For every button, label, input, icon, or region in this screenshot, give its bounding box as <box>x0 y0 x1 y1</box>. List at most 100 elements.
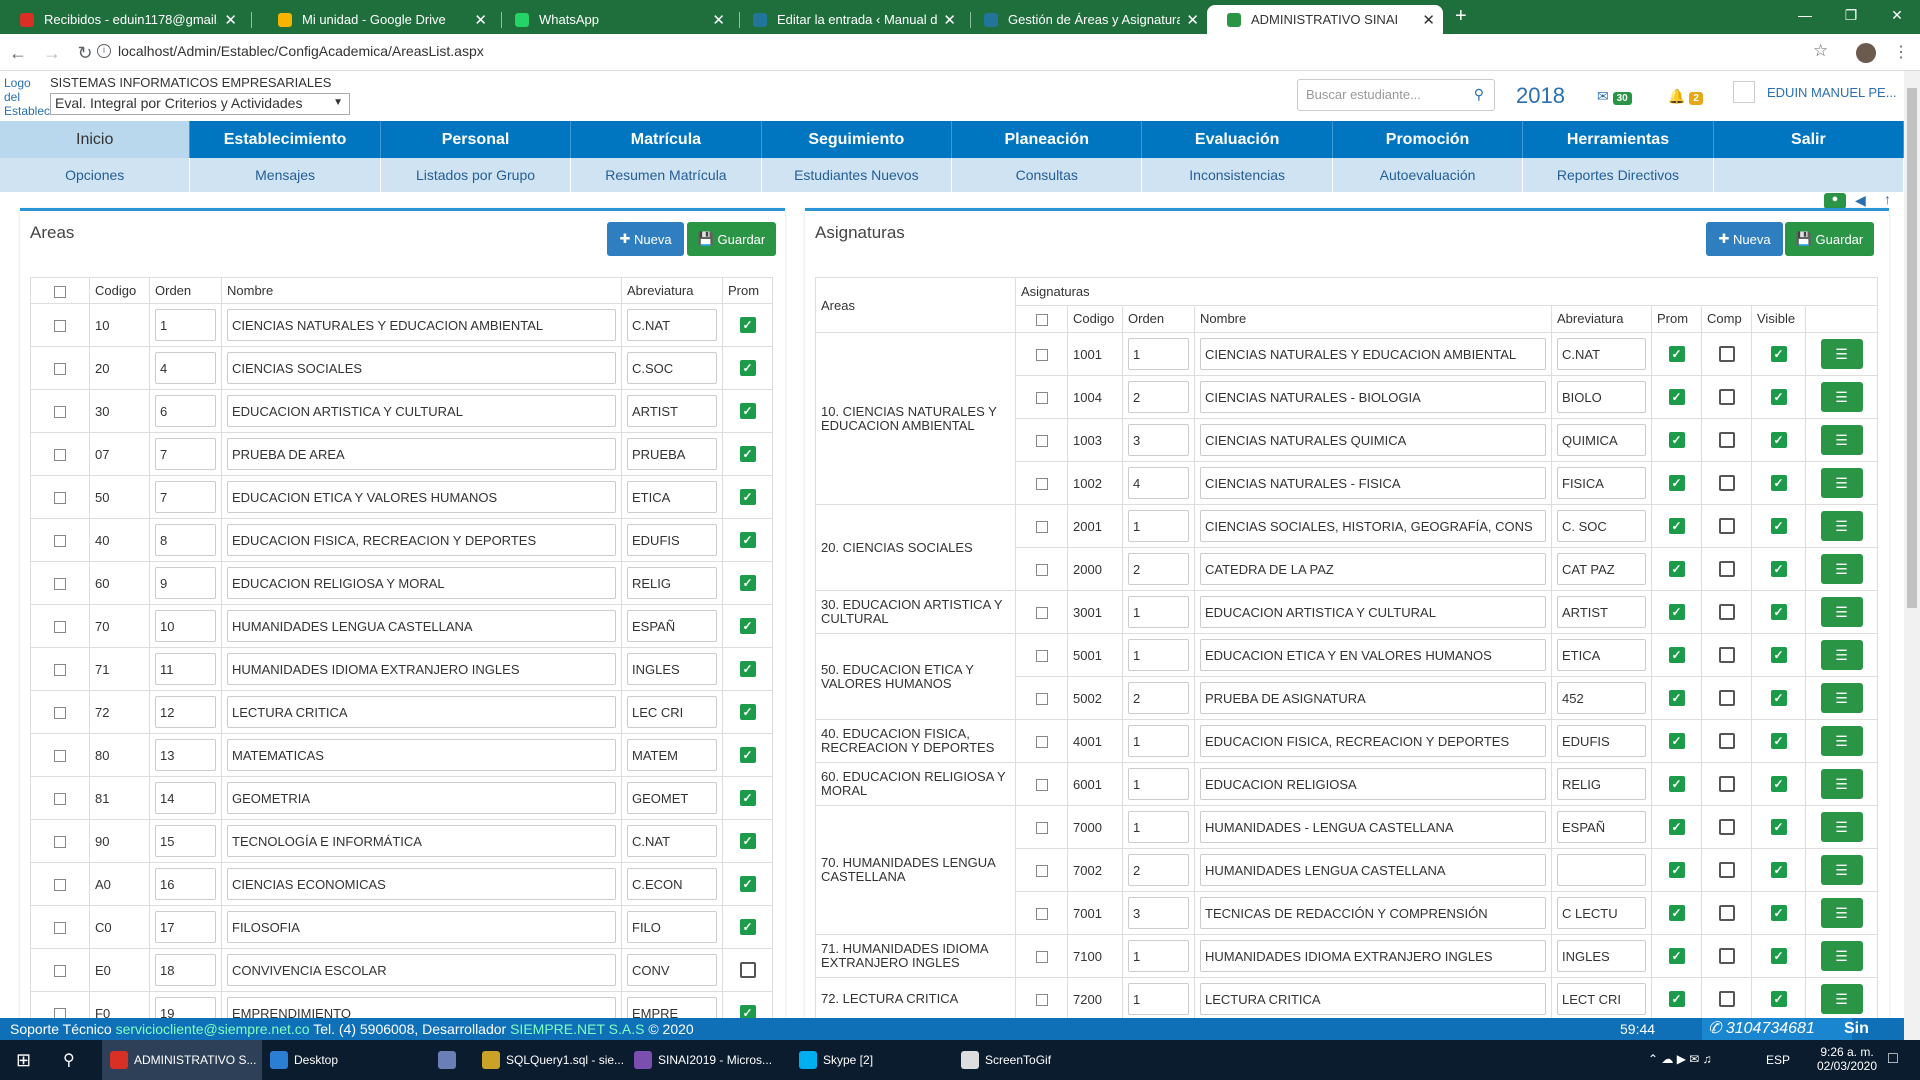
browser-tab[interactable]: Mi unidad - Google Drive ✕ <box>258 5 495 34</box>
area-orden-input[interactable]: 12 <box>155 696 216 728</box>
new-tab-button[interactable]: + <box>1455 5 1467 28</box>
row-checkbox[interactable] <box>1035 908 1048 921</box>
area-prom-checkbox[interactable] <box>739 962 756 979</box>
select-all-checkbox[interactable] <box>1035 313 1048 326</box>
asig-prom-checkbox[interactable]: ✓ <box>1668 604 1685 621</box>
area-prom-checkbox[interactable]: ✓ <box>739 790 756 807</box>
area-abrev-input[interactable]: MATEM <box>627 739 717 771</box>
row-checkbox[interactable] <box>54 535 66 548</box>
row-checkbox[interactable] <box>54 707 66 720</box>
row-checkbox[interactable] <box>54 965 66 978</box>
submenu-item-8[interactable]: Reportes Directivos <box>1523 158 1714 192</box>
area-abrev-input[interactable]: EMPRE <box>627 997 717 1018</box>
asignaturas-save-button[interactable]: 💾 Guardar <box>1785 222 1874 256</box>
asig-prom-checkbox[interactable]: ✓ <box>1668 561 1685 578</box>
menu-item-5[interactable]: Planeación <box>952 121 1143 158</box>
asig-abrev-input[interactable]: C. SOC <box>1557 510 1646 542</box>
area-nombre-input[interactable]: HUMANIDADES LENGUA CASTELLANA <box>227 610 616 642</box>
list-details-button[interactable]: ☰ <box>1820 898 1863 928</box>
asig-prom-checkbox[interactable]: ✓ <box>1668 819 1685 836</box>
asig-nombre-input[interactable]: TECNICAS DE REDACCIÓN Y COMPRENSIÓN <box>1200 897 1546 929</box>
asig-nombre-input[interactable]: CIENCIAS NATURALES - BIOLOGIA <box>1200 381 1546 413</box>
restore-icon[interactable]: ❐ <box>1828 0 1874 30</box>
area-nombre-input[interactable]: EDUCACION FISICA, RECREACION Y DEPORTES <box>227 524 616 556</box>
area-prom-checkbox[interactable]: ✓ <box>739 446 756 463</box>
row-checkbox[interactable] <box>1035 521 1048 534</box>
asig-nombre-input[interactable]: EDUCACION ARTISTICA Y CULTURAL <box>1200 596 1546 628</box>
list-details-button[interactable]: ☰ <box>1820 554 1863 584</box>
menu-item-8[interactable]: Herramientas <box>1523 121 1714 158</box>
area-prom-checkbox[interactable]: ✓ <box>739 704 756 721</box>
tray-icons[interactable]: ⌃ ☁ ▶ ✉ ♫ <box>1648 1052 1712 1066</box>
list-details-button[interactable]: ☰ <box>1820 425 1863 455</box>
area-prom-checkbox[interactable]: ✓ <box>739 833 756 850</box>
asig-visible-checkbox[interactable]: ✓ <box>1770 604 1787 621</box>
asig-nombre-input[interactable]: HUMANIDADES - LENGUA CASTELLANA <box>1200 811 1546 843</box>
asig-abrev-input[interactable]: RELIG <box>1557 768 1646 800</box>
row-checkbox[interactable] <box>54 879 66 892</box>
asig-abrev-input[interactable]: CAT PAZ <box>1557 553 1646 585</box>
submenu-item-5[interactable]: Consultas <box>952 158 1143 192</box>
area-nombre-input[interactable]: EMPRENDIMIENTO <box>227 997 616 1018</box>
row-checkbox[interactable] <box>54 836 66 849</box>
row-checkbox[interactable] <box>54 793 66 806</box>
submenu-item-9[interactable] <box>1714 158 1905 192</box>
submenu-item-3[interactable]: Resumen Matrícula <box>571 158 762 192</box>
area-prom-checkbox[interactable]: ✓ <box>739 618 756 635</box>
area-abrev-input[interactable]: INGLES <box>627 653 717 685</box>
user-name[interactable]: EDUIN MANUEL PE... <box>1767 85 1897 100</box>
row-checkbox[interactable] <box>1035 994 1048 1007</box>
asig-abrev-input[interactable]: LECT CRI <box>1557 983 1646 1015</box>
area-prom-checkbox[interactable]: ✓ <box>739 661 756 678</box>
row-checkbox[interactable] <box>1035 564 1048 577</box>
notification-center-icon[interactable]: □ <box>1888 1050 1898 1068</box>
areas-new-button[interactable]: ✚ Nueva <box>607 222 684 256</box>
areas-save-button[interactable]: 💾 Guardar <box>687 222 776 256</box>
area-orden-input[interactable]: 17 <box>155 911 216 943</box>
row-checkbox[interactable] <box>54 922 66 935</box>
asig-visible-checkbox[interactable]: ✓ <box>1770 948 1787 965</box>
menu-item-7[interactable]: Promoción <box>1333 121 1524 158</box>
asig-orden-input[interactable]: 1 <box>1128 639 1189 671</box>
asig-abrev-input[interactable]: ETICA <box>1557 639 1646 671</box>
asig-nombre-input[interactable]: CIENCIAS NATURALES QUIMICA <box>1200 424 1546 456</box>
asig-orden-input[interactable]: 3 <box>1128 897 1189 929</box>
close-icon[interactable]: ✕ <box>712 11 725 29</box>
area-nombre-input[interactable]: CIENCIAS NATURALES Y EDUCACION AMBIENTAL <box>227 309 616 341</box>
asig-visible-checkbox[interactable]: ✓ <box>1770 991 1787 1008</box>
close-icon[interactable]: ✕ <box>943 11 956 29</box>
row-checkbox[interactable] <box>54 492 66 505</box>
list-details-button[interactable]: ☰ <box>1820 468 1863 498</box>
windows-start-icon[interactable]: ⊞ <box>8 1040 48 1080</box>
row-checkbox[interactable] <box>1035 392 1048 405</box>
asig-visible-checkbox[interactable]: ✓ <box>1770 561 1787 578</box>
area-abrev-input[interactable]: RELIG <box>627 567 717 599</box>
area-prom-checkbox[interactable]: ✓ <box>739 575 756 592</box>
asig-abrev-input[interactable]: INGLES <box>1557 940 1646 972</box>
area-nombre-input[interactable]: CONVIVENCIA ESCOLAR <box>227 954 616 986</box>
taskbar-item[interactable]: Desktop <box>262 1040 422 1080</box>
area-prom-checkbox[interactable]: ✓ <box>739 403 756 420</box>
asig-comp-checkbox[interactable] <box>1718 647 1735 664</box>
url-field[interactable]: localhost/Admin/Establec/ConfigAcademica… <box>118 43 484 59</box>
row-checkbox[interactable] <box>1035 865 1048 878</box>
asignaturas-new-button[interactable]: ✚ Nueva <box>1706 222 1783 256</box>
area-prom-checkbox[interactable]: ✓ <box>739 317 756 334</box>
list-details-button[interactable]: ☰ <box>1820 941 1863 971</box>
submenu-item-4[interactable]: Estudiantes Nuevos <box>762 158 953 192</box>
list-details-button[interactable]: ☰ <box>1820 511 1863 541</box>
asig-visible-checkbox[interactable]: ✓ <box>1770 647 1787 664</box>
row-checkbox[interactable] <box>54 320 66 333</box>
area-abrev-input[interactable]: CONV <box>627 954 717 986</box>
area-orden-input[interactable]: 15 <box>155 825 216 857</box>
asig-prom-checkbox[interactable]: ✓ <box>1668 518 1685 535</box>
asig-abrev-input[interactable]: BIOLO <box>1557 381 1646 413</box>
asig-nombre-input[interactable]: LECTURA CRITICA <box>1200 983 1546 1015</box>
back-circle-icon[interactable]: ◀ <box>1855 192 1866 209</box>
list-details-button[interactable]: ☰ <box>1820 769 1863 799</box>
area-orden-input[interactable]: 4 <box>155 352 216 384</box>
minimize-icon[interactable]: — <box>1782 0 1828 30</box>
browser-tab[interactable]: WhatsApp ✕ <box>495 5 733 34</box>
asig-visible-checkbox[interactable]: ✓ <box>1770 819 1787 836</box>
asig-comp-checkbox[interactable] <box>1718 346 1735 363</box>
